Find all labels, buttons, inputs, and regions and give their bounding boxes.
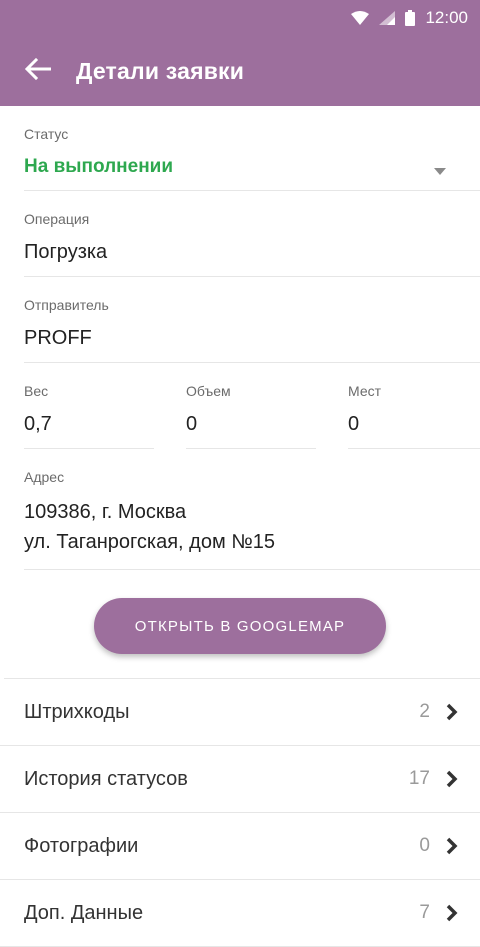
- wifi-icon: [351, 11, 370, 25]
- back-button[interactable]: [0, 57, 76, 85]
- list-item-count: 17: [408, 768, 430, 789]
- chevron-right-icon: [446, 837, 458, 855]
- address-line-2: ул. Таганрогская, дом №15: [24, 531, 275, 553]
- list-item-label: Штрихкоды: [24, 700, 130, 723]
- signal-icon: [379, 11, 396, 25]
- weight-field[interactable]: Вес 0,7: [24, 363, 154, 449]
- volume-label: Объем: [186, 383, 231, 399]
- button-container: ОТКРЫТЬ В GOOGLEMAP: [0, 570, 480, 678]
- list-item-extra-data[interactable]: Доп. Данные 7: [0, 880, 480, 947]
- back-arrow-icon: [24, 57, 52, 85]
- list-item-count: 7: [419, 902, 430, 923]
- open-googlemap-button[interactable]: ОТКРЫТЬ В GOOGLEMAP: [94, 598, 386, 654]
- page-title: Детали заявки: [76, 57, 245, 84]
- cargo-params-row: Вес 0,7 Объем 0 Мест 0: [24, 363, 480, 449]
- dropdown-arrow-icon[interactable]: [434, 162, 446, 180]
- app-bar: Детали заявки: [0, 36, 480, 106]
- status-value: На выполнении: [24, 156, 174, 177]
- list-item-label: Фотографии: [24, 834, 139, 857]
- chevron-right-icon: [446, 770, 458, 788]
- operation-value: Погрузка: [24, 241, 108, 263]
- weight-value: 0,7: [24, 413, 52, 435]
- places-label: Мест: [348, 383, 382, 399]
- volume-field[interactable]: Объем 0: [186, 363, 316, 449]
- list-item-photos[interactable]: Фотографии 0: [0, 813, 480, 880]
- address-line-1: 109386, г. Москва: [24, 501, 187, 523]
- operation-field[interactable]: Операция Погрузка: [24, 191, 480, 277]
- list-item-count: 0: [419, 835, 430, 856]
- status-field[interactable]: Статус На выполнении: [24, 106, 480, 191]
- chevron-right-icon: [446, 904, 458, 922]
- status-bar: 12:00: [0, 0, 480, 36]
- sender-field[interactable]: Отправитель PROFF: [24, 277, 480, 363]
- status-icons: 12:00: [351, 8, 468, 28]
- list-item-label: Доп. Данные: [24, 901, 144, 924]
- places-field[interactable]: Мест 0: [348, 363, 480, 449]
- chevron-right-icon: [446, 703, 458, 721]
- list-item-label: История статусов: [24, 767, 188, 790]
- sender-label: Отправитель: [24, 297, 109, 313]
- clock: 12:00: [425, 8, 468, 27]
- address-field[interactable]: Адрес 109386, г. Москва ул. Таганрогская…: [24, 449, 480, 570]
- status-label: Статус: [24, 126, 69, 142]
- weight-label: Вес: [24, 383, 49, 399]
- details-form: Статус На выполнении Операция Погрузка О…: [0, 106, 480, 570]
- places-value: 0: [348, 413, 360, 435]
- details-list: Штрихкоды 2 История статусов 17 Фотограф…: [0, 679, 480, 947]
- battery-icon: [405, 10, 416, 26]
- address-label: Адрес: [24, 469, 65, 485]
- list-item-status-history[interactable]: История статусов 17: [0, 746, 480, 813]
- list-item-barcodes[interactable]: Штрихкоды 2: [0, 679, 480, 746]
- volume-value: 0: [186, 413, 198, 435]
- sender-value: PROFF: [24, 327, 92, 349]
- operation-label: Операция: [24, 211, 90, 227]
- address-value: 109386, г. Москва ул. Таганрогская, дом …: [24, 485, 480, 569]
- list-item-count: 2: [419, 701, 430, 722]
